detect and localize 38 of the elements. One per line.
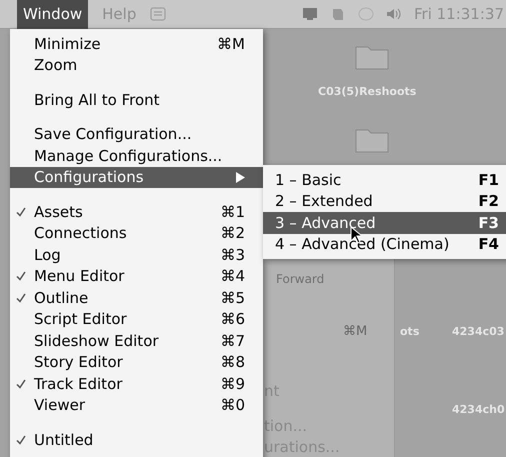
checkmark-icon bbox=[16, 292, 26, 303]
menu-item[interactable]: Manage Configurations... bbox=[10, 145, 263, 166]
bubble-icon[interactable] bbox=[358, 6, 374, 22]
folder-label: ots bbox=[400, 324, 420, 340]
menu-item[interactable]: Script Editor ⌘6 bbox=[10, 308, 263, 330]
menu-title[interactable]: Window bbox=[17, 0, 88, 28]
menu-item[interactable]: Menu Editor ⌘4 bbox=[10, 266, 263, 287]
menu-item[interactable]: Log ⌘3 bbox=[10, 244, 263, 266]
folder-label: 4234ch0 bbox=[452, 402, 505, 418]
menu-item[interactable]: 2 – Extended F2 bbox=[263, 190, 506, 212]
app-icon[interactable] bbox=[150, 7, 166, 21]
checkmark-icon bbox=[16, 434, 26, 445]
checkmark-icon bbox=[16, 206, 26, 217]
menu-item[interactable]: Assets ⌘1 bbox=[10, 201, 263, 222]
menu-item[interactable]: Track Editor ⌘9 bbox=[10, 373, 263, 394]
menu-item[interactable]: 3 – Advanced F3 bbox=[263, 212, 506, 234]
menu-item[interactable]: Untitled bbox=[10, 429, 263, 450]
menu-item[interactable]: Slideshow Editor ⌘7 bbox=[10, 330, 263, 352]
toolbar-label: Forward bbox=[276, 271, 324, 288]
menu-item[interactable]: 1 – Basic F1 bbox=[263, 169, 506, 190]
menu-item[interactable]: Outline ⌘5 bbox=[10, 287, 263, 308]
display-icon[interactable] bbox=[302, 7, 318, 21]
shortcut-text: ⌘M bbox=[343, 323, 368, 341]
menu-item[interactable]: Story Editor ⌘8 bbox=[10, 352, 263, 373]
menu-item[interactable]: Configurations bbox=[10, 166, 263, 188]
menu-item[interactable]: Save Configuration... bbox=[10, 124, 263, 145]
menu-item[interactable]: Viewer ⌘0 bbox=[10, 394, 263, 416]
menu-item[interactable]: Zoom bbox=[10, 54, 263, 76]
checkmark-icon bbox=[16, 271, 26, 282]
folder-label: C03(5)Reshoots bbox=[318, 84, 416, 100]
speaker-icon[interactable] bbox=[386, 7, 402, 21]
folder-label: 4234c03 bbox=[452, 324, 504, 340]
menu-item[interactable]: Bring All to Front bbox=[10, 89, 263, 110]
menu-item[interactable]: Minimize ⌘M bbox=[10, 33, 263, 54]
submenu-arrow-icon bbox=[236, 172, 245, 183]
menu-item[interactable]: Connections ⌘2 bbox=[10, 222, 263, 244]
menu-item[interactable]: 4 – Advanced (Cinema) F4 bbox=[263, 234, 506, 255]
checkmark-icon bbox=[16, 378, 26, 389]
